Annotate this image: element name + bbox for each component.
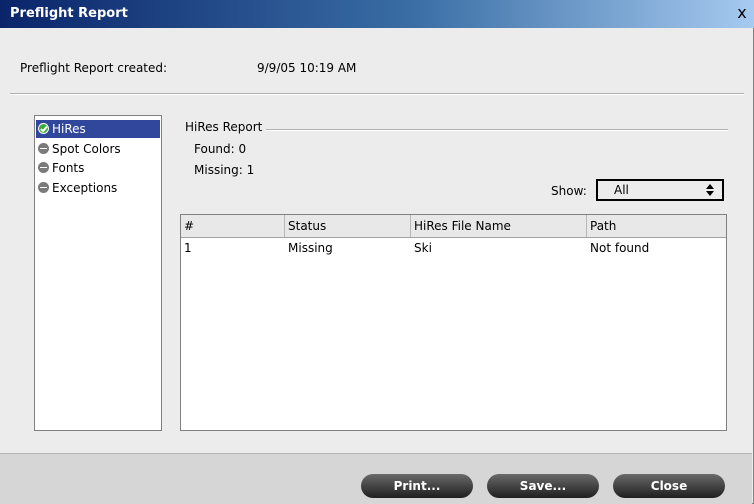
- cell-path: Not found: [590, 241, 650, 255]
- show-label: Show:: [551, 184, 587, 198]
- close-window-icon[interactable]: x: [734, 4, 750, 22]
- tree-item-label: HiRes: [52, 122, 86, 136]
- header-divider: [10, 93, 744, 95]
- minus-circle-icon: [38, 162, 49, 173]
- column-header-status[interactable]: Status: [285, 215, 411, 237]
- cell-file-name: Ski: [414, 241, 432, 255]
- show-filter-value: All: [614, 183, 629, 197]
- minus-circle-icon: [38, 182, 49, 193]
- tree-item-label: Exceptions: [52, 181, 118, 195]
- created-label: Preflight Report created:: [20, 61, 168, 75]
- save-button[interactable]: Save...: [487, 474, 599, 498]
- category-tree: HiRes Spot Colors Fonts Exceptions: [34, 115, 162, 431]
- column-header-file-name[interactable]: HiRes File Name: [411, 215, 587, 237]
- tree-item-exceptions[interactable]: Exceptions: [36, 179, 160, 197]
- show-filter-select[interactable]: All: [596, 179, 724, 201]
- cell-number: 1: [184, 241, 192, 255]
- tree-item-label: Spot Colors: [52, 142, 121, 156]
- minus-circle-icon: [38, 143, 49, 154]
- missing-count: Missing: 1: [194, 163, 255, 177]
- tree-item-hires[interactable]: HiRes: [36, 120, 160, 138]
- table-header: # Status HiRes File Name Path: [181, 215, 726, 238]
- tree-item-fonts[interactable]: Fonts: [36, 159, 160, 177]
- close-button[interactable]: Close: [613, 474, 725, 498]
- button-bar: Print... Save... Close: [0, 453, 752, 504]
- cell-status: Missing: [288, 241, 333, 255]
- column-header-path[interactable]: Path: [587, 215, 726, 237]
- group-divider: [266, 129, 728, 131]
- updown-arrows-icon: [706, 184, 714, 196]
- print-button[interactable]: Print...: [361, 474, 473, 498]
- found-count: Found: 0: [194, 142, 247, 156]
- tree-item-label: Fonts: [52, 161, 85, 175]
- column-header-number[interactable]: #: [181, 215, 285, 237]
- report-group-title: HiRes Report: [185, 120, 263, 134]
- report-table: # Status HiRes File Name Path 1 Missing …: [180, 214, 727, 431]
- tree-item-spot-colors[interactable]: Spot Colors: [36, 140, 160, 158]
- title-bar: Preflight Report x: [0, 0, 754, 28]
- check-circle-icon: [38, 123, 49, 134]
- preflight-report-window: Preflight Report x Preflight Report crea…: [0, 0, 754, 504]
- window-title: Preflight Report: [10, 6, 128, 21]
- created-value: 9/9/05 10:19 AM: [257, 61, 357, 75]
